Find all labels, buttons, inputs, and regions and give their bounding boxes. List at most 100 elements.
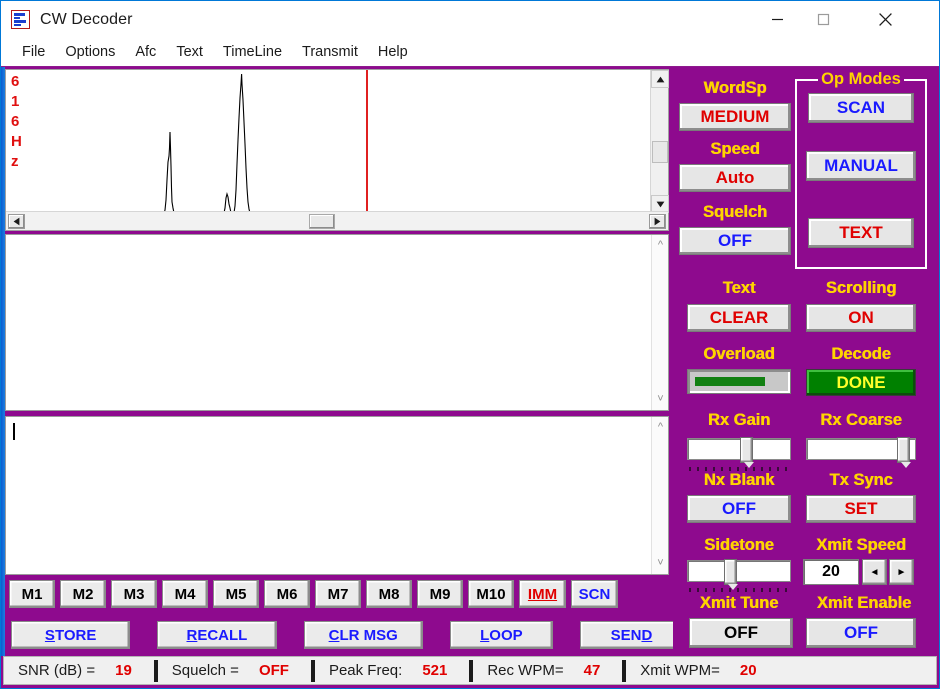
nx-blank-button[interactable]: OFF bbox=[687, 495, 791, 523]
memory-button-m8[interactable]: M8 bbox=[366, 580, 412, 608]
xmit-speed-increment-button[interactable]: ► bbox=[889, 559, 914, 585]
speed-button[interactable]: Auto bbox=[679, 164, 791, 192]
sidetone-slider[interactable] bbox=[687, 559, 791, 590]
chevron-down-icon[interactable]: ˅ bbox=[652, 391, 669, 408]
manual-mode-button[interactable]: MANUAL bbox=[806, 151, 916, 181]
xmit-tune-button[interactable]: OFF bbox=[689, 618, 793, 648]
rx-gain-slider-thumb[interactable] bbox=[740, 437, 754, 468]
rx-gain-slider[interactable] bbox=[687, 437, 791, 468]
scan-button-label: SCN bbox=[578, 585, 611, 603]
receive-text-scrollbar[interactable]: ^ ˅ bbox=[651, 235, 668, 410]
xmit-speed-label: Xmit Speed bbox=[816, 536, 906, 554]
memory-button-m4[interactable]: M4 bbox=[162, 580, 208, 608]
status-xmit-wpm: Xmit WPM= 20 bbox=[626, 657, 756, 684]
status-snr-label: SNR (dB) = bbox=[18, 662, 96, 679]
loop-accel: L bbox=[480, 626, 490, 644]
spectrum-horizontal-scrollbar[interactable] bbox=[6, 211, 668, 230]
recall-button[interactable]: RECALL bbox=[157, 621, 277, 649]
sidetone-slider-thumb[interactable] bbox=[724, 559, 738, 590]
menu-item-transmit[interactable]: Transmit bbox=[293, 42, 367, 62]
chevron-down-icon[interactable]: ˅ bbox=[652, 555, 669, 572]
action-buttons-row: STORE RECALL CLR MSG LOOP SEND bbox=[11, 619, 683, 651]
memory-button-m9[interactable]: M9 bbox=[417, 580, 463, 608]
chevron-up-icon[interactable]: ^ bbox=[652, 237, 669, 254]
status-rec-wpm-label: Rec WPM= bbox=[487, 662, 564, 679]
scroll-right-icon[interactable] bbox=[649, 214, 666, 229]
scrolling-button[interactable]: ON bbox=[806, 304, 916, 332]
spectrum-hscroll-thumb[interactable] bbox=[309, 214, 335, 229]
status-snr: SNR (dB) = 19 bbox=[4, 657, 132, 684]
menu-item-file[interactable]: File bbox=[13, 42, 54, 62]
text-clear-button[interactable]: CLEAR bbox=[687, 304, 791, 332]
memory-button-m2[interactable]: M2 bbox=[60, 580, 106, 608]
clear-message-button[interactable]: CLR MSG bbox=[303, 621, 423, 649]
rx-coarse-slider-thumb[interactable] bbox=[897, 437, 911, 468]
text-label: Text bbox=[722, 279, 756, 297]
recall-label-rest: ECALL bbox=[197, 626, 248, 644]
memory-button-m10[interactable]: M10 bbox=[468, 580, 514, 608]
menu-item-text[interactable]: Text bbox=[167, 42, 212, 62]
menu-item-options[interactable]: Options bbox=[56, 42, 124, 62]
send-button[interactable]: SEND bbox=[579, 621, 683, 649]
memory-button-m5[interactable]: M5 bbox=[213, 580, 259, 608]
scrolling-label: Scrolling bbox=[825, 279, 897, 297]
status-snr-value: 19 bbox=[115, 662, 132, 679]
transmit-text-scrollbar[interactable]: ^ ˅ bbox=[651, 417, 668, 574]
spectrum-vscroll-thumb[interactable] bbox=[652, 141, 668, 163]
memory-button-m1[interactable]: M1 bbox=[9, 580, 55, 608]
store-label-rest: TORE bbox=[54, 626, 97, 644]
spectrum-vertical-scrollbar[interactable] bbox=[650, 70, 669, 213]
sidetone-label: Sidetone bbox=[704, 536, 774, 554]
spectrum-panel[interactable]: 616Hz bbox=[5, 69, 669, 231]
xmit-enable-label: Xmit Enable bbox=[816, 594, 912, 612]
rx-gain-label: Rx Gain bbox=[707, 411, 771, 429]
xmit-speed-decrement-button[interactable]: ◄ bbox=[862, 559, 887, 585]
squelch-button[interactable]: OFF bbox=[679, 227, 791, 255]
status-peak-freq-value: 521 bbox=[422, 662, 448, 679]
loop-button[interactable]: LOOP bbox=[449, 621, 553, 649]
spectrum-canvas[interactable]: 616Hz bbox=[6, 70, 651, 213]
wordsp-label: WordSp bbox=[703, 79, 767, 97]
xmit-enable-button[interactable]: OFF bbox=[806, 618, 916, 648]
app-icon bbox=[11, 10, 30, 29]
tx-sync-button[interactable]: SET bbox=[806, 495, 916, 523]
memory-button-m7[interactable]: M7 bbox=[315, 580, 361, 608]
menu-bar: File Options Afc Text TimeLine Transmit … bbox=[1, 38, 939, 67]
frequency-cursor-line bbox=[366, 70, 368, 213]
close-button[interactable] bbox=[859, 1, 911, 38]
maximize-button[interactable] bbox=[800, 1, 846, 38]
wordsp-button[interactable]: MEDIUM bbox=[679, 103, 791, 131]
memory-buttons-row: M1 M2 M3 M4 M5 M6 M7 M8 M9 M10 IMM SCN bbox=[9, 579, 681, 609]
control-panel: WordSp MEDIUM Speed Auto Squelch OFF Op … bbox=[673, 67, 939, 656]
scroll-left-icon[interactable] bbox=[8, 214, 25, 229]
menu-item-afc[interactable]: Afc bbox=[126, 42, 165, 62]
memory-button-m6[interactable]: M6 bbox=[264, 580, 310, 608]
menu-item-timeline[interactable]: TimeLine bbox=[214, 42, 291, 62]
immediate-button[interactable]: IMM bbox=[519, 580, 566, 608]
rx-coarse-slider[interactable] bbox=[806, 437, 916, 468]
rx-coarse-label: Rx Coarse bbox=[820, 411, 902, 429]
window-title: CW Decoder bbox=[40, 10, 133, 28]
scroll-up-icon[interactable] bbox=[651, 70, 669, 88]
overload-indicator bbox=[687, 369, 791, 394]
send-label-start: SEN bbox=[610, 626, 642, 644]
store-button[interactable]: STORE bbox=[11, 621, 131, 649]
xmit-speed-value[interactable]: 20 bbox=[803, 559, 859, 585]
receive-text-area[interactable]: ^ ˅ bbox=[5, 234, 669, 411]
scan-button[interactable]: SCN bbox=[571, 580, 618, 608]
title-bar: CW Decoder bbox=[1, 1, 939, 38]
status-xmit-wpm-value: 20 bbox=[739, 662, 757, 679]
status-squelch-value: OFF bbox=[258, 662, 289, 679]
memory-button-m3[interactable]: M3 bbox=[111, 580, 157, 608]
immediate-button-label: IMM bbox=[527, 585, 558, 603]
text-mode-button[interactable]: TEXT bbox=[808, 218, 914, 248]
op-modes-title-text: Op Modes bbox=[818, 70, 904, 88]
minimize-button[interactable] bbox=[754, 1, 800, 38]
status-squelch: Squelch = OFF bbox=[158, 657, 289, 684]
menu-item-help[interactable]: Help bbox=[369, 42, 417, 62]
speed-label: Speed bbox=[710, 140, 760, 158]
chevron-up-icon[interactable]: ^ bbox=[652, 419, 669, 436]
text-caret bbox=[13, 423, 15, 440]
transmit-text-area[interactable]: ^ ˅ bbox=[5, 416, 669, 575]
scan-mode-button[interactable]: SCAN bbox=[808, 93, 914, 123]
